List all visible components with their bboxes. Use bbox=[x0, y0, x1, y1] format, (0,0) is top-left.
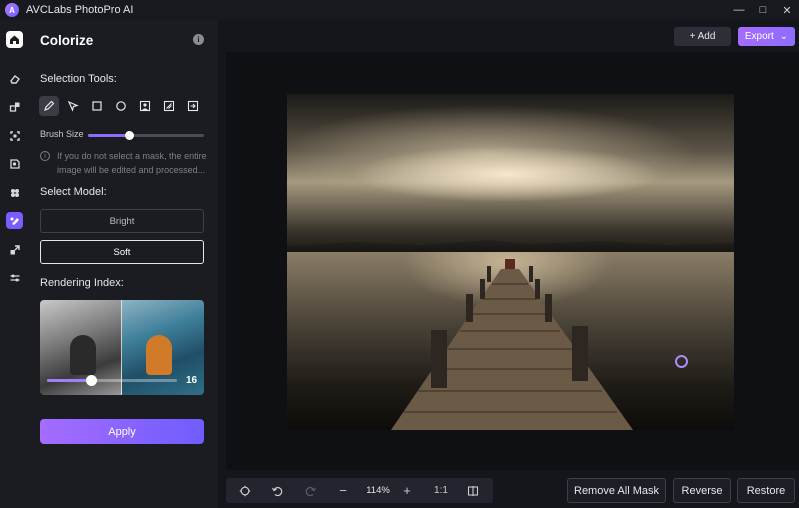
portrait-icon[interactable] bbox=[6, 155, 23, 172]
ellipse-tool-icon[interactable] bbox=[111, 96, 131, 116]
mask-hint: i If you do not select a mask, the entir… bbox=[40, 149, 210, 177]
tool-rail bbox=[0, 20, 29, 508]
photo-preview[interactable] bbox=[287, 94, 734, 430]
brush-size-handle[interactable] bbox=[124, 131, 134, 140]
rect-tool-icon[interactable] bbox=[87, 96, 107, 116]
reverse-button[interactable]: Reverse bbox=[673, 478, 731, 503]
workspace: + Add Export ⌄ − 114% + 1:1 Remove All M… bbox=[218, 20, 799, 508]
zoom-in-button[interactable]: + bbox=[396, 478, 418, 503]
rendering-index-value: 16 bbox=[186, 375, 198, 386]
rendering-index-slider[interactable] bbox=[47, 375, 177, 386]
minimize-button[interactable]: — bbox=[727, 0, 751, 20]
model-bright-button[interactable]: Bright bbox=[40, 209, 204, 233]
object-select-icon[interactable] bbox=[159, 96, 179, 116]
app-logo: A bbox=[5, 3, 19, 17]
brush-cursor bbox=[675, 355, 688, 368]
eraser-icon[interactable] bbox=[6, 70, 23, 87]
title-bar: A AVCLabs PhotoPro AI — □ ✕ bbox=[0, 0, 799, 20]
adjust-icon[interactable] bbox=[6, 269, 23, 286]
fit-screen-icon[interactable] bbox=[234, 478, 256, 503]
export-label: Export bbox=[744, 31, 774, 42]
selection-tools-label: Selection Tools: bbox=[40, 73, 117, 85]
info-icon[interactable]: i bbox=[193, 34, 204, 45]
colorize-icon[interactable] bbox=[6, 212, 23, 229]
zoom-out-button[interactable]: − bbox=[332, 478, 354, 503]
select-model-label: Select Model: bbox=[40, 186, 107, 198]
maximize-button[interactable]: □ bbox=[751, 0, 775, 20]
expand-icon[interactable] bbox=[6, 241, 23, 258]
export-button[interactable]: Export ⌄ bbox=[738, 27, 795, 46]
brush-size-slider[interactable] bbox=[88, 131, 204, 140]
replace-icon[interactable] bbox=[6, 98, 23, 115]
zoom-level: 114% bbox=[366, 485, 390, 496]
brush-size-fill bbox=[88, 134, 129, 137]
undo-icon[interactable] bbox=[266, 478, 288, 503]
close-button[interactable]: ✕ bbox=[775, 0, 799, 20]
upscale-icon[interactable] bbox=[6, 127, 23, 144]
home-icon[interactable] bbox=[6, 31, 23, 48]
pointer-tool-icon[interactable] bbox=[63, 96, 83, 116]
chevron-down-icon: ⌄ bbox=[779, 31, 789, 42]
brush-size-label: Brush Size bbox=[40, 129, 84, 139]
brush-size-row: Brush Size bbox=[40, 129, 210, 143]
rendering-index-label: Rendering Index: bbox=[40, 277, 124, 289]
actual-size-button[interactable]: 1:1 bbox=[426, 478, 456, 503]
rendering-index-fill bbox=[47, 379, 92, 382]
redo-icon[interactable] bbox=[300, 478, 322, 503]
apply-button[interactable]: Apply bbox=[40, 419, 204, 444]
add-button[interactable]: + Add bbox=[674, 27, 731, 46]
panel-title: Colorize bbox=[40, 33, 94, 48]
image-canvas[interactable] bbox=[226, 52, 799, 470]
workspace-topbar: + Add Export ⌄ bbox=[218, 20, 799, 52]
portrait-select-icon[interactable] bbox=[135, 96, 155, 116]
import-mask-icon[interactable] bbox=[183, 96, 203, 116]
restore-button[interactable]: Restore bbox=[737, 478, 795, 503]
hint-text: If you do not select a mask, the entire … bbox=[57, 151, 207, 175]
compare-icon[interactable] bbox=[462, 478, 484, 503]
remove-all-mask-button[interactable]: Remove All Mask bbox=[567, 478, 666, 503]
window-controls: — □ ✕ bbox=[727, 0, 799, 20]
colorize-panel: Colorize i Selection Tools: Brush Size i… bbox=[29, 20, 218, 508]
remove-bg-icon[interactable] bbox=[6, 184, 23, 201]
rendering-preview: 16 bbox=[40, 300, 204, 395]
hint-info-icon: i bbox=[40, 151, 50, 161]
photo-pier bbox=[391, 259, 633, 430]
app-title: AVCLabs PhotoPro AI bbox=[26, 4, 134, 16]
selection-tools bbox=[39, 96, 203, 116]
brush-tool-icon[interactable] bbox=[39, 96, 59, 116]
view-toolbar: − 114% + 1:1 bbox=[226, 478, 493, 503]
model-soft-button[interactable]: Soft bbox=[40, 240, 204, 264]
